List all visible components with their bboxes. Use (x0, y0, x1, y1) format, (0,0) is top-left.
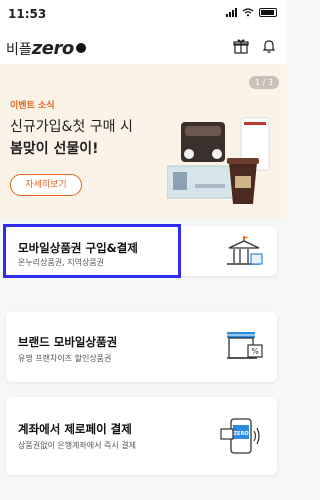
card-subtitle: 상품권없이 은행계좌에서 즉시 결제 (18, 441, 137, 450)
wifi-icon (242, 8, 254, 17)
status-icons (226, 8, 277, 17)
phone-screen-label: ZERO (233, 431, 248, 437)
menu-card-brand-voucher[interactable]: 브랜드 모바일상품권 유명 프랜차이즈 할인상품권 % (6, 312, 277, 382)
brand-logo[interactable]: 비플 zero (6, 38, 86, 59)
detail-button[interactable]: 자세히보기 (10, 174, 82, 196)
signal-icon (226, 8, 237, 17)
brand-prefix: 비플 (6, 42, 32, 58)
banner-headline-1: 신규가입&첫 구매 시 (10, 119, 133, 135)
banner-headline-2: 봄맞이 선물이! (10, 141, 99, 157)
card-subtitle: 유명 프랜차이즈 할인상품권 (18, 354, 112, 363)
phone-pay-icon: ZERO (220, 418, 260, 454)
event-label: 이벤트 소식 (10, 101, 55, 111)
bell-icon[interactable] (261, 38, 277, 54)
gift-products-image (167, 117, 270, 204)
app-header: 비플 zero (0, 28, 287, 64)
status-time: 11:53 (8, 7, 47, 21)
card-title: 계좌에서 제로페이 결제 (18, 422, 132, 436)
event-banner[interactable]: 1 / 3 이벤트 소식 신규가입&첫 구매 시 봄맞이 선물이! 자세히보기 (0, 64, 287, 218)
selection-highlight (3, 224, 181, 278)
banner-pager: 1 / 3 (249, 76, 279, 89)
store-icon: % (227, 332, 263, 359)
status-bar: 11:53 (0, 0, 287, 28)
building-icon (227, 236, 263, 265)
card-title: 브랜드 모바일상품권 (18, 335, 118, 349)
pay-dot-icon (75, 43, 86, 53)
brand-name: zero (31, 38, 74, 59)
menu-card-account-pay[interactable]: 계좌에서 제로페이 결제 상품권없이 은행계좌에서 즉시 결제 ZERO (6, 397, 277, 475)
gift-icon[interactable] (233, 38, 249, 54)
svg-text:%: % (251, 347, 259, 356)
battery-icon (259, 8, 277, 17)
